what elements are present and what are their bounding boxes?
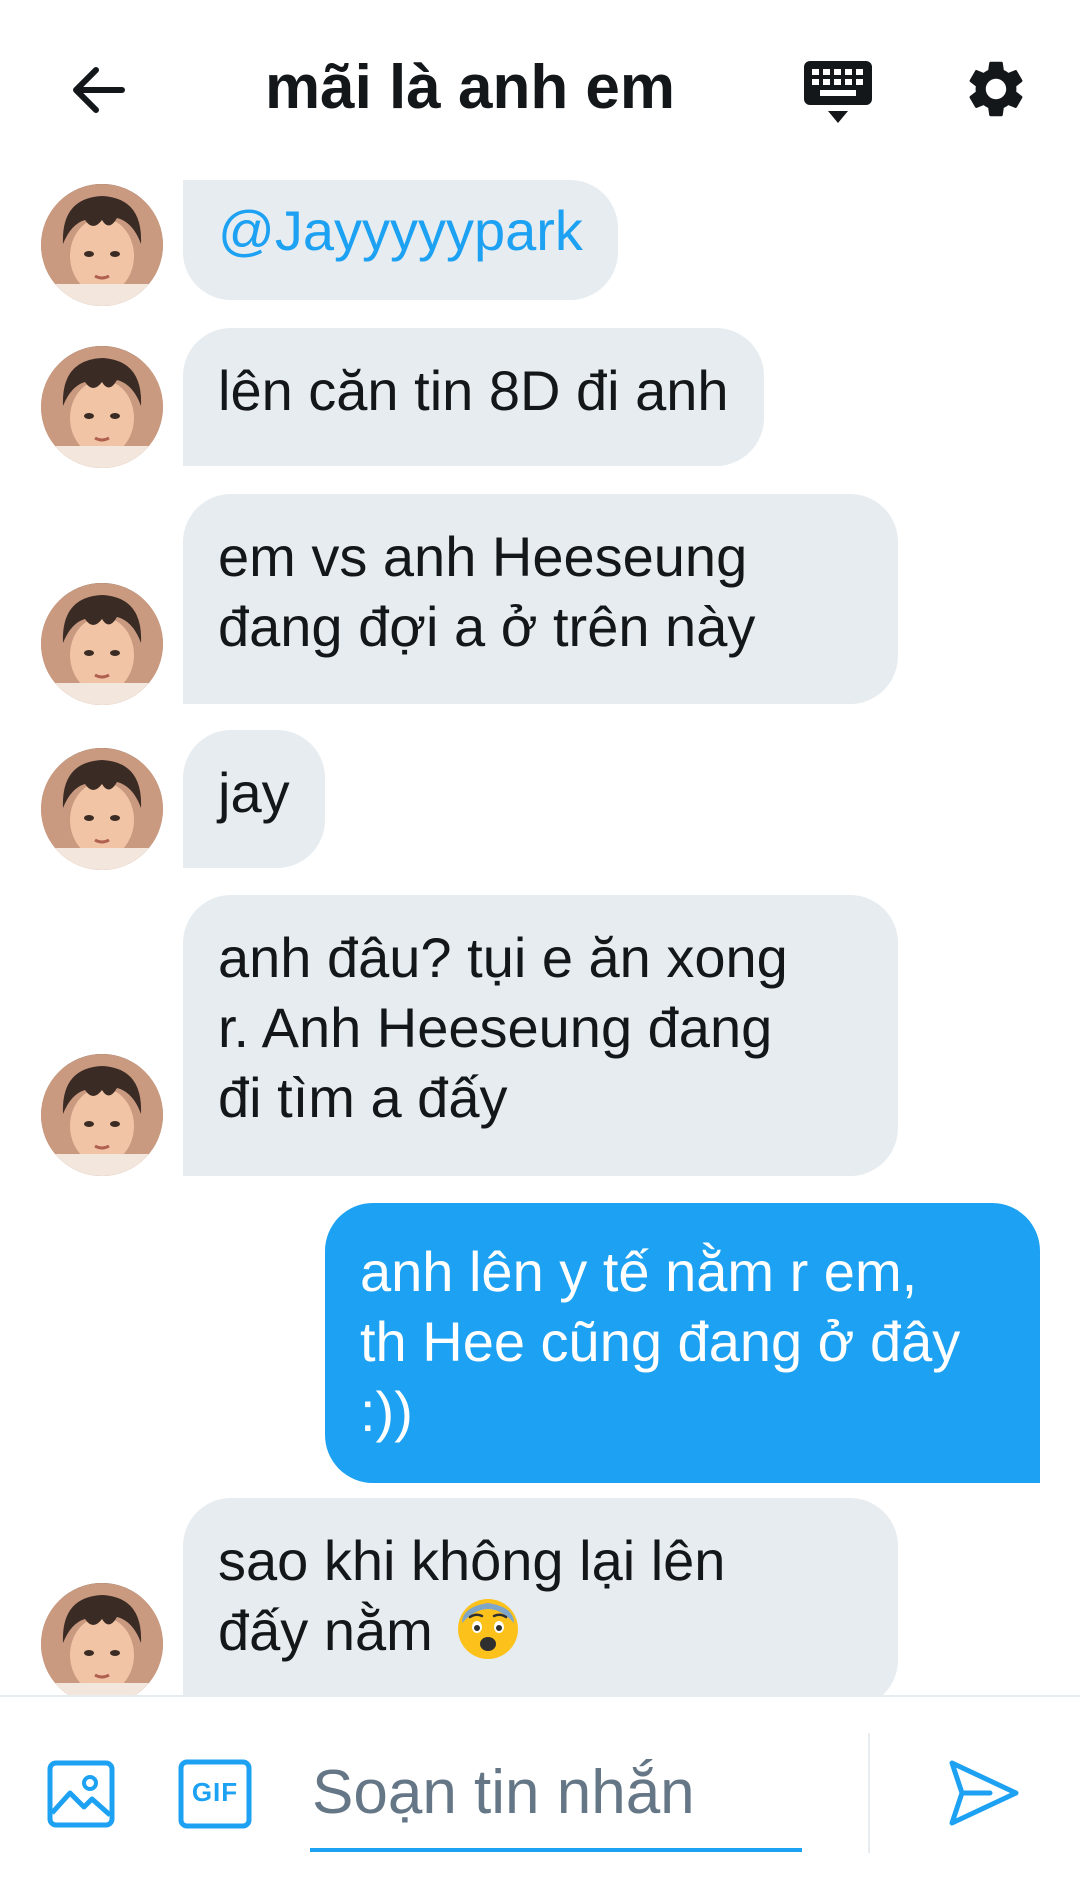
message-text: em vs anh Heeseung [218,525,748,588]
message-bubble-incoming[interactable]: anh đâu? tụi e ăn xong r. Anh Heeseung đ… [183,895,898,1176]
settings-button[interactable] [962,55,1038,131]
add-gif-button[interactable]: GIF [178,1759,252,1829]
keyboard-icon [804,61,872,123]
message-bubble-incoming[interactable]: em vs anh Heeseung đang đợi a ở trên này [183,494,898,704]
message-text: anh đâu? tụi e ăn xong [218,926,788,989]
avatar[interactable] [41,184,163,306]
message-bubble-outgoing[interactable]: anh lên y tế nằm r em, th Hee cũng đang … [325,1203,1040,1483]
message-text: th Hee cũng đang ở đây [360,1310,961,1373]
avatar[interactable] [41,1054,163,1176]
conversation-header: mãi là anh em [0,0,1080,180]
message-bubble-incoming[interactable]: sao khi không lại lên đấy nằm [183,1498,898,1695]
message-input[interactable] [310,1737,802,1852]
message-list[interactable]: @Jayyyyypark lên căn tin 8D đi anh em vs… [0,180,1080,1695]
anxious-face-emoji [458,1599,519,1660]
message-text: sao khi không lại lên [218,1529,726,1592]
gif-label: GIF [191,1777,239,1807]
message-composer: GIF [0,1695,1080,1882]
gear-icon [969,61,1023,117]
add-image-button[interactable] [46,1759,116,1829]
message-bubble-incoming[interactable]: @Jayyyyypark [183,180,618,300]
send-button[interactable] [944,1753,1024,1833]
message-text: anh lên y tế nằm r em, [360,1240,918,1303]
message-text: :)) [360,1380,413,1443]
message-text: jay [218,761,290,824]
avatar[interactable] [41,583,163,705]
message-bubble-incoming[interactable]: lên căn tin 8D đi anh [183,328,764,466]
avatar[interactable] [41,1583,163,1695]
message-bubble-incoming[interactable]: jay [183,730,325,868]
send-icon [949,1760,1019,1826]
avatar[interactable] [41,748,163,870]
avatar[interactable] [41,346,163,468]
mention-link[interactable]: @Jayyyyypark [218,199,583,262]
message-text: r. Anh Heeseung đang [218,996,773,1059]
message-text: đấy nằm [218,1599,433,1662]
message-text: đang đợi a ở trên này [218,595,756,658]
conversation-title: mãi là anh em [264,53,676,122]
image-icon [47,1760,115,1828]
composer-divider [868,1733,870,1853]
message-text: lên căn tin 8D đi anh [218,359,729,422]
keyboard-button[interactable] [800,55,876,131]
message-text: đi tìm a đấy [218,1066,508,1129]
